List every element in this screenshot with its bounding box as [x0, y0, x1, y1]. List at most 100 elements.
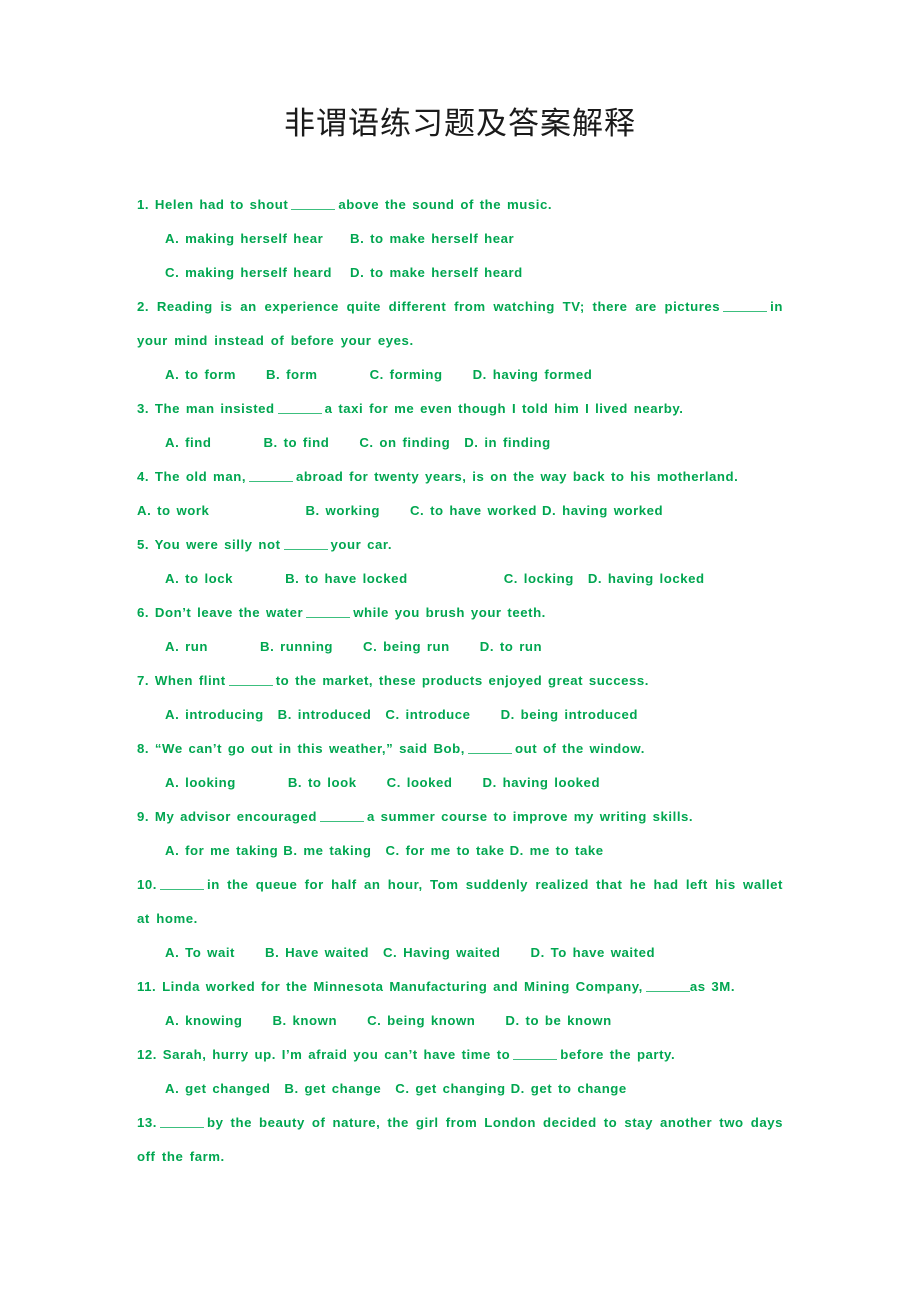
option-a[interactable]: A. to form [165, 367, 236, 382]
option-group: A. making herself hear B. to make herself… [137, 222, 783, 290]
option-c[interactable]: C. to have worked [410, 503, 537, 518]
option-d[interactable]: D. having locked [588, 571, 705, 586]
option-row: A. introducing B. introduced C. introduce D… [137, 698, 783, 732]
question-stem: 3. The man insisted a taxi for me even th… [137, 392, 783, 426]
option-c[interactable]: C. making herself heard [165, 256, 350, 290]
option-d[interactable]: D. get to change [511, 1081, 627, 1096]
answer-blank[interactable] [159, 878, 204, 890]
question-stem-after: abroad for twenty years, is on the way b… [296, 469, 739, 484]
option-b[interactable]: B. Have waited [265, 945, 369, 960]
option-d[interactable]: D. having formed [473, 367, 593, 382]
answer-blank[interactable] [249, 470, 294, 482]
option-a[interactable]: A. making herself hear [165, 222, 350, 256]
option-a[interactable]: A. to work [137, 503, 209, 518]
question-stem-before: 11. Linda worked for the Minnesota Manuf… [137, 979, 643, 994]
option-d[interactable]: D. To have waited [531, 945, 656, 960]
question-list: 1. Helen had to shout above the sound of … [137, 188, 783, 1174]
option-row: A. get changed B. get change C. get changi… [137, 1072, 783, 1106]
answer-blank[interactable] [723, 300, 768, 312]
question-stem: 6. Don’t leave the water while you brush … [137, 596, 783, 630]
question-stem-before: 5. You were silly not [137, 537, 281, 552]
answer-blank[interactable] [228, 674, 273, 686]
option-b[interactable]: B. me taking [283, 843, 371, 858]
option-row: C. making herself heard D. to make hersel… [165, 256, 783, 290]
option-d[interactable]: D. being introduced [501, 707, 638, 722]
question-stem-after: as 3M. [689, 979, 736, 994]
question-stem: 5. You were silly not your car. [137, 528, 783, 562]
option-row: A. making herself hear B. to make herself… [165, 222, 783, 256]
option-row: A. run B. running C. being run D. to run [137, 630, 783, 664]
answer-blank[interactable] [467, 742, 512, 754]
option-b[interactable]: B. get change [284, 1081, 381, 1096]
question-stem-after: out of the window. [514, 741, 645, 756]
question-stem-after: by the beauty of nature, the girl from L… [137, 1115, 783, 1164]
option-row: A. to form B. form C. forming D. having for… [137, 358, 783, 392]
option-c[interactable]: C. Having waited [383, 945, 501, 960]
question-stem: 12. Sarah, hurry up. I’m afraid you can’… [137, 1038, 783, 1072]
option-d[interactable]: D. having worked [542, 503, 663, 518]
option-c[interactable]: C. forming [370, 367, 443, 382]
option-b[interactable]: B. form [266, 367, 318, 382]
question-stem: 4. The old man, abroad for twenty years, … [137, 460, 783, 494]
question-stem-before: 6. Don’t leave the water [137, 605, 304, 620]
question-stem-before: 3. The man insisted [137, 401, 275, 416]
option-a[interactable]: A. get changed [165, 1081, 270, 1096]
question-stem: 9. My advisor encouraged a summer course … [137, 800, 783, 834]
answer-blank[interactable] [159, 1116, 204, 1128]
question-stem-before: 1. Helen had to shout [137, 197, 289, 212]
answer-blank[interactable] [283, 538, 328, 550]
option-d[interactable]: D. me to take [510, 843, 604, 858]
question-stem-after: a taxi for me even though I told him I l… [324, 401, 684, 416]
option-a[interactable]: A. To wait [165, 945, 235, 960]
option-d[interactable]: D. to make herself heard [350, 265, 523, 280]
question-stem-after: before the party. [560, 1047, 676, 1062]
option-b[interactable]: B. to look [288, 775, 357, 790]
option-d[interactable]: D. in finding [464, 435, 551, 450]
option-c[interactable]: C. on finding [359, 435, 450, 450]
answer-blank[interactable] [277, 402, 322, 414]
option-b[interactable]: B. working [305, 503, 380, 518]
option-d[interactable]: D. to run [480, 639, 542, 654]
option-c[interactable]: C. being known [367, 1013, 475, 1028]
option-b[interactable]: B. introduced [278, 707, 372, 722]
option-a[interactable]: A. knowing [165, 1013, 242, 1028]
page-title: 非谓语练习题及答案解释 [284, 106, 636, 141]
option-a[interactable]: A. introducing [165, 707, 264, 722]
question-stem-after: to the market, these products enjoyed gr… [275, 673, 649, 688]
option-c[interactable]: C. being run [363, 639, 450, 654]
option-a[interactable]: A. run [165, 639, 208, 654]
question-stem: 8. “We can’t go out in this weather,” sa… [137, 732, 783, 766]
option-c[interactable]: C. get changing [395, 1081, 505, 1096]
question-stem-after: your car. [330, 537, 393, 552]
question-stem-after: while you brush your teeth. [353, 605, 546, 620]
option-c[interactable]: C. looked [387, 775, 453, 790]
option-b[interactable]: B. running [260, 639, 333, 654]
question-stem-before: 9. My advisor encouraged [137, 809, 317, 824]
answer-blank[interactable] [306, 606, 351, 618]
question-stem-before: 12. Sarah, hurry up. I’m afraid you can’… [137, 1047, 511, 1062]
option-row: A. find B. to find C. on finding D. in find… [137, 426, 783, 460]
option-a[interactable]: A. to lock [165, 571, 233, 586]
answer-blank[interactable] [291, 198, 336, 210]
question-stem: 13. by the beauty of nature, the girl fro… [137, 1106, 783, 1174]
option-a[interactable]: A. find [165, 435, 211, 450]
option-d[interactable]: D. having looked [483, 775, 601, 790]
answer-blank[interactable] [645, 980, 690, 992]
option-c[interactable]: C. introduce [385, 707, 470, 722]
option-row: A. to work B. working C. to have worked D. … [137, 494, 783, 528]
question-stem: 2. Reading is an experience quite differ… [137, 290, 783, 358]
option-c[interactable]: C. for me to take [385, 843, 504, 858]
option-a[interactable]: A. looking [165, 775, 236, 790]
answer-blank[interactable] [513, 1048, 558, 1060]
option-b[interactable]: B. known [272, 1013, 337, 1028]
option-b[interactable]: B. to find [263, 435, 329, 450]
option-b[interactable]: B. to have locked [285, 571, 408, 586]
option-c[interactable]: C. locking [504, 571, 574, 586]
answer-blank[interactable] [319, 810, 364, 822]
question-stem-before: 10. [137, 877, 157, 892]
option-a[interactable]: A. for me taking [165, 843, 278, 858]
option-d[interactable]: D. to be known [505, 1013, 611, 1028]
option-b[interactable]: B. to make herself hear [350, 231, 514, 246]
question-stem: 11. Linda worked for the Minnesota Manuf… [137, 970, 783, 1004]
question-stem-after: a summer course to improve my writing sk… [366, 809, 694, 824]
